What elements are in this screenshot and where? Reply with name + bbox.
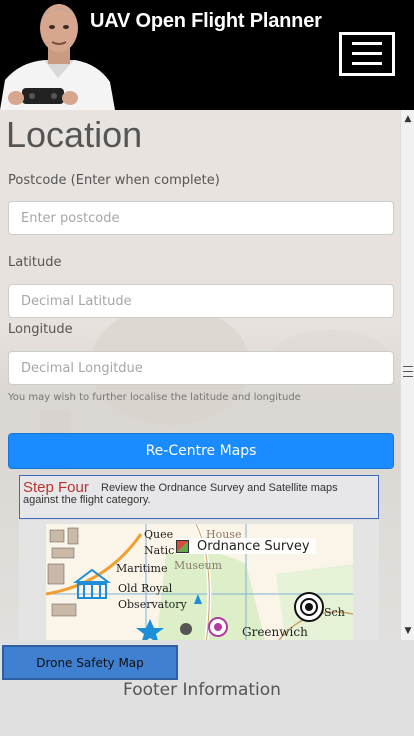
step-four-text: Review the Ordnance Survey and Satellite… (23, 482, 338, 506)
scrollbar-thumb[interactable] (403, 362, 413, 384)
ordnance-survey-map[interactable]: Quee Natic Maritime Old Royal Observator… (46, 524, 353, 640)
menu-icon (352, 52, 382, 55)
step-four-box: Step Four Review the Ordnance Survey and… (19, 475, 379, 519)
map-label: Greenwich (242, 625, 308, 639)
scroll-down-arrow-icon[interactable]: ▼ (402, 624, 414, 638)
footer-text: Footer Information (123, 680, 281, 700)
menu-icon (352, 62, 382, 65)
map-layer-title: Ordnance Survey (176, 538, 316, 554)
map-label: Observatory (118, 598, 188, 611)
map-label: Maritime (116, 562, 167, 575)
map-layer-label: Ordnance Survey (197, 538, 310, 554)
postcode-label: Postcode (Enter when complete) (8, 173, 220, 188)
map-label: Sch (324, 606, 345, 619)
hamburger-menu-button[interactable] (339, 32, 395, 76)
map-legend-icon (176, 539, 189, 553)
map-label: Old Royal (118, 582, 173, 595)
map-label: Museum (174, 559, 223, 572)
latitude-input[interactable] (8, 284, 394, 318)
localise-hint: You may wish to further localise the lat… (8, 392, 301, 403)
longitude-input[interactable] (8, 351, 394, 385)
section-title: Location (6, 114, 143, 155)
postcode-input[interactable] (8, 201, 394, 235)
map-label: Natic (144, 544, 174, 557)
app-title: UAV Open Flight Planner (90, 10, 322, 32)
drone-safety-map-button[interactable]: Drone Safety Map (2, 645, 178, 680)
latitude-label: Latitude (8, 255, 62, 270)
longitude-label: Longitude (8, 322, 73, 337)
menu-icon (352, 42, 382, 45)
panel-scrollbar[interactable]: ▲ ▼ (400, 110, 414, 640)
scroll-up-arrow-icon[interactable]: ▲ (402, 112, 414, 126)
map-frame: Quee Natic Maritime Old Royal Observator… (19, 520, 379, 640)
content-panel[interactable]: Location Postcode (Enter when complete) … (0, 110, 400, 640)
map-label: Quee (144, 528, 173, 541)
app-header: UAV Open Flight Planner (0, 0, 414, 110)
recentre-maps-button[interactable]: Re-Centre Maps (8, 433, 394, 469)
